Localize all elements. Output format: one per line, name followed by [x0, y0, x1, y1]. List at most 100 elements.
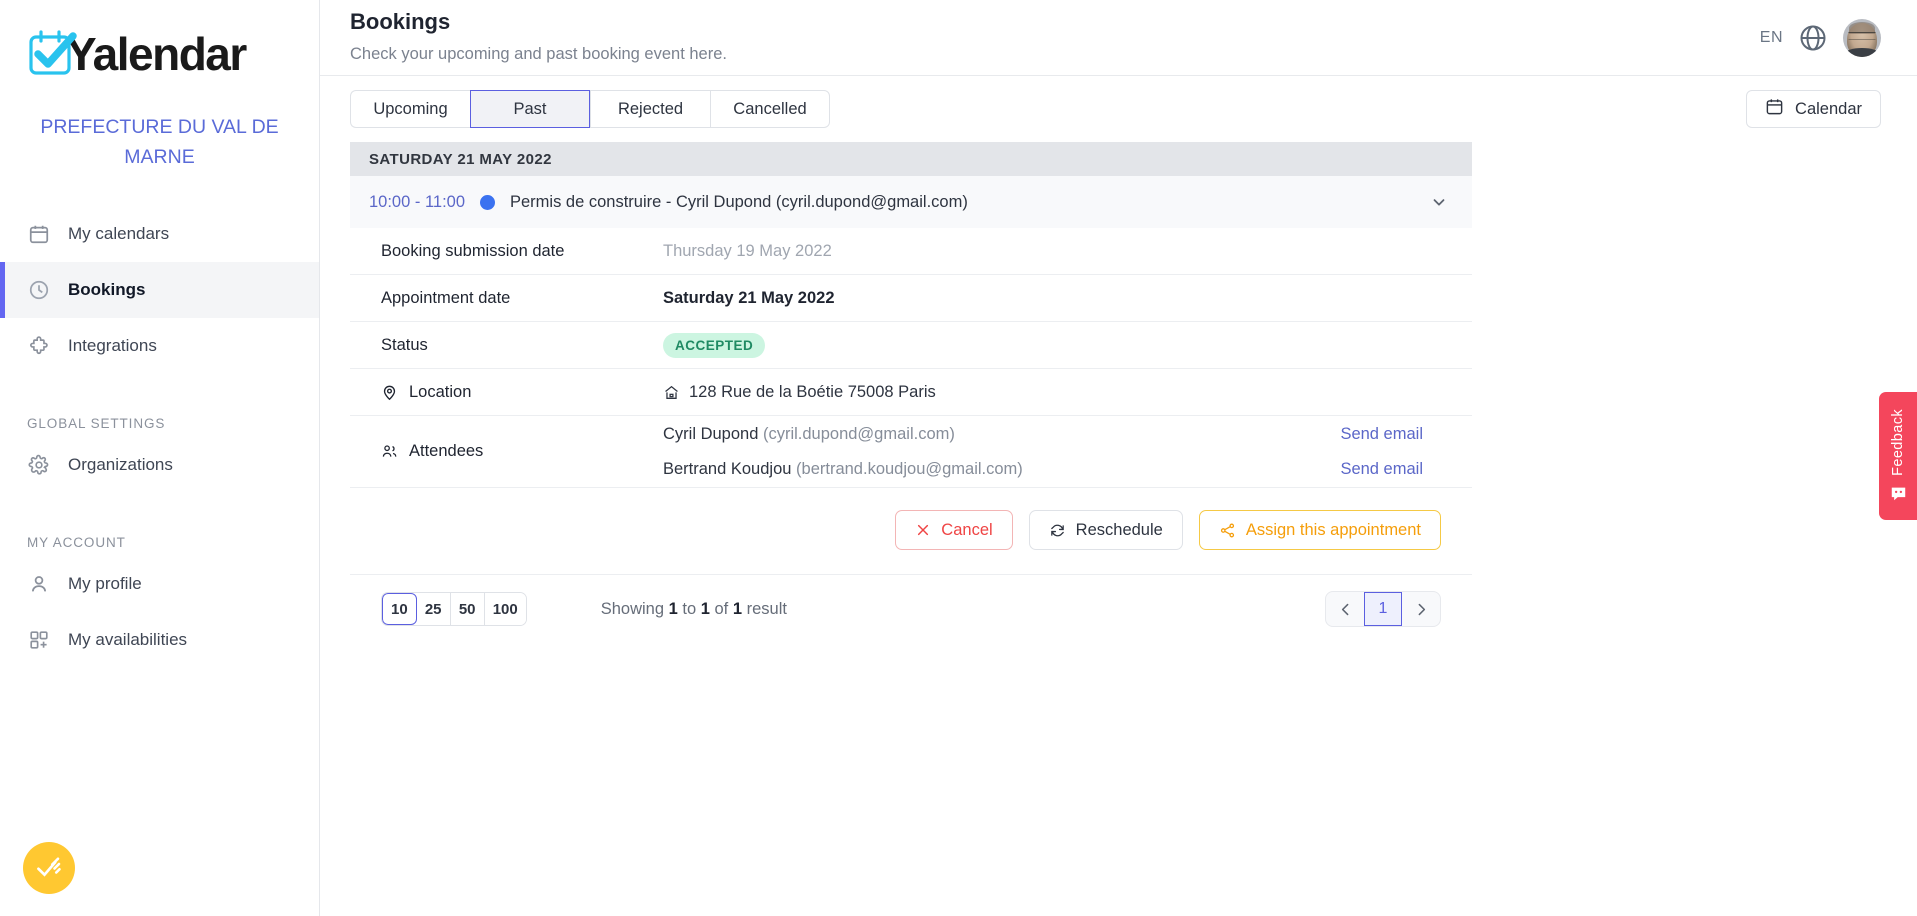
detail-row-location: Location 128 Rue de la Boétie 75008 Pari…: [350, 369, 1472, 416]
sidebar-section-global-settings: GLOBAL SETTINGS: [27, 416, 166, 432]
attendee-item: Cyril Dupond (cyril.dupond@gmail.com) Se…: [663, 417, 1448, 452]
calendar-button-label: Calendar: [1795, 99, 1862, 118]
reschedule-button[interactable]: Reschedule: [1028, 510, 1183, 550]
gear-icon: [27, 454, 50, 477]
calendar-check-icon: [24, 26, 80, 82]
cancel-button[interactable]: Cancel: [895, 510, 1013, 550]
puzzle-icon: [27, 335, 50, 358]
calendar-icon: [1765, 97, 1784, 121]
bookings-card: SATURDAY 21 MAY 2022 10:00 - 11:00 Permi…: [350, 142, 1472, 627]
location-text: 128 Rue de la Boétie 75008 Paris: [689, 382, 936, 401]
detail-label: Location: [381, 383, 663, 402]
avatar[interactable]: [1843, 19, 1881, 57]
send-email-link[interactable]: Send email: [1340, 425, 1423, 444]
pagination-bar: 10 25 50 100 Showing 1 to 1 of 1 result …: [350, 574, 1472, 627]
brand-name: Yalendar: [66, 28, 247, 80]
close-icon: [915, 522, 931, 538]
attendee-name-text: Bertrand Koudjou: [663, 459, 792, 478]
showing-prefix: Showing: [600, 599, 669, 618]
clock-icon: [27, 279, 50, 302]
language-selector[interactable]: EN: [1760, 29, 1783, 47]
calendar-icon: [27, 223, 50, 246]
page-size-25[interactable]: 25: [416, 593, 451, 625]
attendees-icon: [381, 443, 398, 460]
detail-label-text: Location: [409, 382, 472, 401]
sidebar-nav: My calendars Bookings Integrations GLOBA…: [0, 206, 319, 668]
booking-row[interactable]: 10:00 - 11:00 Permis de construire - Cyr…: [350, 176, 1472, 228]
booking-time: 10:00 - 11:00: [369, 192, 466, 211]
day-group-header: SATURDAY 21 MAY 2022: [350, 142, 1472, 176]
globe-icon[interactable]: [1798, 23, 1828, 53]
map-pin-icon: [381, 384, 398, 401]
page-subtitle: Check your upcoming and past booking eve…: [350, 44, 727, 63]
detail-label: Attendees: [381, 442, 663, 461]
status-badge: ACCEPTED: [663, 332, 766, 358]
sidebar-item-label: My availabilities: [68, 630, 188, 650]
main-content: Bookings Check your upcoming and past bo…: [320, 0, 1917, 916]
feedback-tab[interactable]: Feedback: [1879, 392, 1917, 520]
page-size-50[interactable]: 50: [450, 593, 485, 625]
page-navigation: 1: [1325, 591, 1441, 627]
detail-label-text: Attendees: [409, 442, 484, 460]
showing-mid: to: [677, 599, 701, 618]
attendee-item: Bertrand Koudjou (bertrand.koudjou@gmail…: [663, 452, 1448, 487]
assign-button-label: Assign this appointment: [1245, 520, 1421, 539]
calendar-button[interactable]: Calendar: [1746, 90, 1881, 128]
share-nodes-icon: [1219, 522, 1236, 539]
smiley-chat-icon: [1889, 484, 1908, 503]
detail-row-attendees: Attendees Cyril Dupond (cyril.dupond@gma…: [350, 416, 1472, 488]
chevron-left-icon[interactable]: [1326, 592, 1364, 626]
brand-logo[interactable]: Yalendar: [0, 0, 319, 90]
sidebar-item-organizations[interactable]: Organizations: [0, 437, 319, 493]
sidebar-item-my-availabilities[interactable]: My availabilities: [0, 612, 319, 668]
send-email-link[interactable]: Send email: [1340, 460, 1423, 479]
attendee-email: (cyril.dupond@gmail.com): [762, 424, 955, 443]
booking-color-dot: [480, 194, 495, 210]
showing-of: of: [709, 599, 733, 618]
showing-suffix: result: [742, 599, 787, 618]
chevron-down-icon[interactable]: [1430, 193, 1448, 211]
detail-value: Thursday 19 May 2022: [663, 241, 832, 260]
home-icon: [663, 384, 680, 401]
chevron-right-icon[interactable]: [1402, 592, 1440, 626]
page-number-1[interactable]: 1: [1364, 592, 1402, 626]
showing-to: 1: [700, 599, 710, 618]
detail-label: Status: [381, 335, 428, 354]
tab-rejected[interactable]: Rejected: [590, 90, 710, 128]
showing-from: 1: [668, 599, 678, 618]
cancel-button-label: Cancel: [941, 520, 993, 539]
sidebar-item-bookings[interactable]: Bookings: [0, 262, 319, 319]
detail-row-appointment-date: Appointment date Saturday 21 May 2022: [350, 275, 1472, 322]
page-size-10[interactable]: 10: [382, 593, 417, 625]
sidebar-item-label: Organizations: [68, 455, 173, 475]
detail-row-submission-date: Booking submission date Thursday 19 May …: [350, 228, 1472, 275]
page-size-100[interactable]: 100: [484, 593, 526, 625]
sidebar-item-my-calendars[interactable]: My calendars: [0, 206, 319, 262]
sidebar-item-integrations[interactable]: Integrations: [0, 318, 319, 374]
results-summary: Showing 1 to 1 of 1 result: [601, 600, 787, 619]
sidebar-item-label: My calendars: [68, 224, 170, 244]
sidebar-item-my-profile[interactable]: My profile: [0, 556, 319, 612]
tab-upcoming[interactable]: Upcoming: [350, 90, 470, 128]
check-swoosh-floating-button[interactable]: [23, 842, 75, 894]
tab-row: Upcoming Past Rejected Cancelled Calenda…: [320, 76, 1917, 142]
sidebar-item-label: Integrations: [68, 336, 157, 356]
attendees-list: Cyril Dupond (cyril.dupond@gmail.com) Se…: [663, 417, 1448, 487]
sidebar: Yalendar PREFECTURE DU VAL DE MARNE My c…: [0, 0, 320, 916]
tab-cancelled[interactable]: Cancelled: [710, 90, 830, 128]
refresh-icon: [1049, 522, 1066, 539]
assign-appointment-button[interactable]: Assign this appointment: [1198, 510, 1441, 550]
tab-past[interactable]: Past: [470, 90, 590, 128]
detail-label: Appointment date: [381, 288, 511, 307]
detail-value: 128 Rue de la Boétie 75008 Paris: [663, 383, 936, 402]
user-icon: [27, 573, 50, 596]
action-buttons: Cancel Reschedule Assign this appointmen…: [350, 488, 1472, 574]
page-size-selector: 10 25 50 100: [381, 592, 527, 626]
organization-name: PREFECTURE DU VAL DE MARNE: [40, 116, 279, 169]
page-title: Bookings: [350, 9, 451, 34]
grid-plus-icon: [27, 629, 50, 652]
detail-label: Booking submission date: [381, 241, 565, 260]
booking-details: Booking submission date Thursday 19 May …: [350, 228, 1472, 627]
attendee-email: (bertrand.koudjou@gmail.com): [796, 459, 1023, 478]
booking-title: Permis de construire - Cyril Dupond (cyr…: [510, 192, 968, 211]
